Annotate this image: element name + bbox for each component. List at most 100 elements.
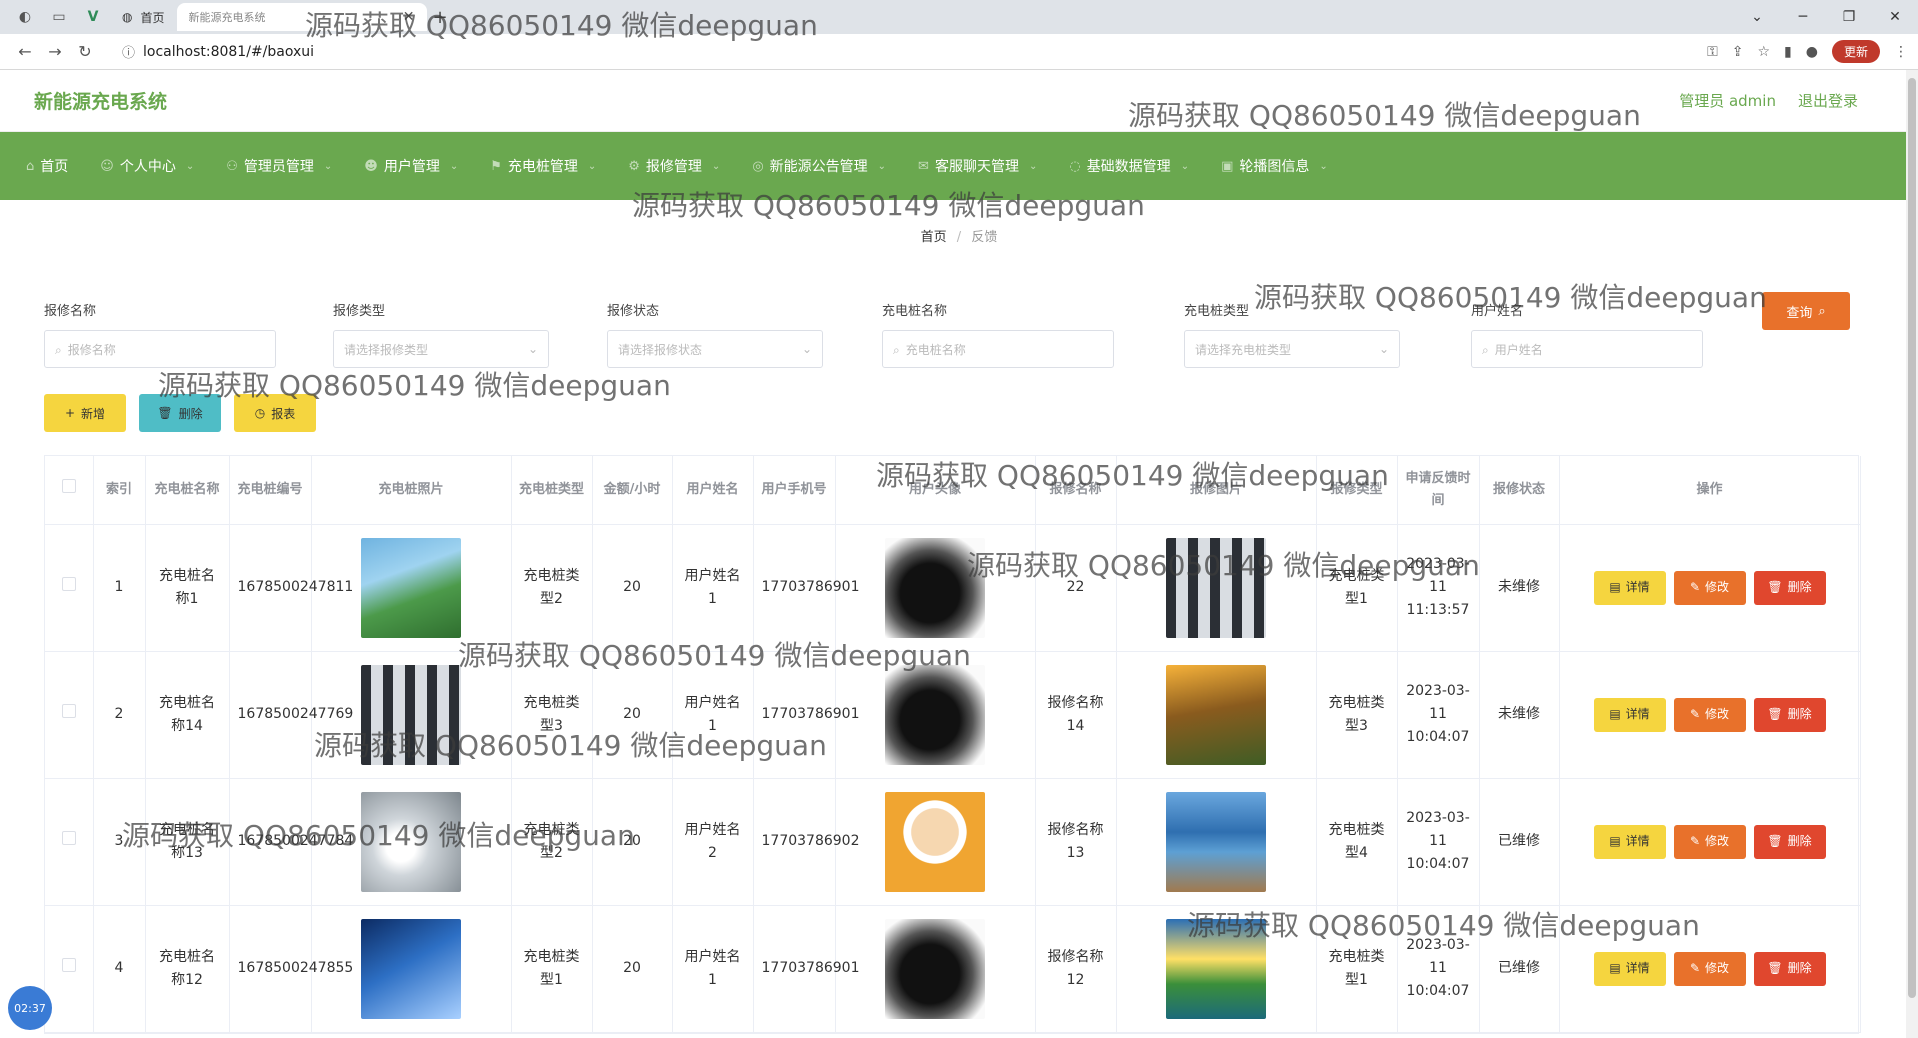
nav-item-5[interactable]: ⚙ 报修管理 ⌄	[622, 156, 746, 176]
delete-button[interactable]: 🗑 删除	[1753, 824, 1826, 859]
repair-image[interactable]	[1166, 791, 1266, 892]
forward-icon[interactable]: →	[40, 42, 70, 61]
row-checkbox[interactable]	[61, 958, 76, 972]
share-icon[interactable]: ⇪	[1732, 44, 1744, 60]
minimize-icon[interactable]: ─	[1780, 0, 1826, 34]
query-button[interactable]: 查询 ⌕	[1762, 292, 1850, 330]
nav-item-9[interactable]: ▣ 轮播图信息 ⌄	[1215, 156, 1354, 176]
detail-button[interactable]: ▤ 详情	[1593, 697, 1666, 732]
cell-phone: 17703786901	[753, 651, 859, 779]
row-checkbox[interactable]	[61, 704, 76, 718]
pile-photo[interactable]	[361, 918, 461, 1019]
edit-button[interactable]: ✎ 修改	[1673, 570, 1746, 605]
pencil-icon: ✎	[1689, 834, 1701, 848]
repair-type-select[interactable]: 请选择报修类型 ⌄	[333, 330, 549, 368]
nav-item-8[interactable]: ◌ 基础数据管理 ⌄	[1063, 156, 1215, 176]
restore-icon[interactable]: ❐	[1826, 0, 1872, 34]
logout-link[interactable]: 退出登录	[1798, 90, 1858, 111]
pile-name-input[interactable]: ⌕ 充电桩名称	[882, 330, 1114, 368]
detail-button[interactable]: ▤ 详情	[1593, 951, 1666, 986]
cell-time: 2023-03-11 10:04:07	[1397, 651, 1480, 779]
row-select-cell[interactable]	[45, 905, 94, 1033]
user-avatar[interactable]	[885, 791, 985, 892]
row-checkbox[interactable]	[61, 831, 76, 845]
breadcrumb-home[interactable]: 首页	[921, 230, 947, 245]
browser-profile-icon[interactable]: ◐	[8, 4, 42, 30]
toolbar-icons: ⚿ ⇪ ☆ ▮ ● 更新 ⋮	[1707, 40, 1908, 63]
pile-photo[interactable]	[361, 537, 461, 638]
nav-item-1[interactable]: ☺ 个人中心 ⌄	[94, 156, 220, 176]
column-header-0[interactable]	[45, 456, 94, 525]
nav-icon: ☻	[364, 158, 378, 174]
report-button[interactable]: ◷ 报表	[234, 394, 316, 432]
browser-tab-home[interactable]: ◍ 首页	[110, 3, 177, 31]
repair-image[interactable]	[1166, 537, 1266, 638]
nav-item-6[interactable]: ◎ 新能源公告管理 ⌄	[746, 156, 912, 176]
back-icon[interactable]: ←	[10, 42, 40, 61]
delete-button[interactable]: 🗑 删除	[1753, 697, 1826, 732]
row-select-cell[interactable]	[45, 524, 94, 652]
nav-item-7[interactable]: ✉ 客服聊天管理 ⌄	[912, 156, 1063, 176]
cell-user-name: 用户姓名1	[672, 905, 754, 1033]
edit-button[interactable]: ✎ 修改	[1673, 697, 1746, 732]
detail-button[interactable]: ▤ 详情	[1593, 824, 1666, 859]
delete-button[interactable]: 🗑 删除	[1753, 570, 1826, 605]
nav-icon: ◎	[752, 158, 764, 174]
delete-button[interactable]: 🗑 删除	[1753, 951, 1826, 986]
column-header-2: 充电桩名称	[145, 456, 230, 525]
batch-delete-button[interactable]: 🗑 删除	[139, 394, 221, 432]
repair-image[interactable]	[1166, 664, 1266, 765]
sidepanel-icon[interactable]: ▮	[1784, 44, 1792, 60]
row-select-cell[interactable]	[45, 778, 94, 906]
bookmark-star-icon[interactable]: ☆	[1757, 44, 1770, 60]
detail-button[interactable]: ▤ 详情	[1593, 570, 1666, 605]
cell-pile-no: 1678500247769	[229, 651, 353, 779]
chevron-down-icon: ⌄	[323, 160, 333, 172]
new-tab-icon[interactable]: +	[433, 7, 448, 28]
repair-name-input[interactable]: ⌕ 报修名称	[44, 330, 276, 368]
user-avatar[interactable]	[885, 918, 985, 1019]
row-select-cell[interactable]	[45, 651, 94, 779]
query-label: 查询	[1786, 305, 1813, 321]
tab-group-icon[interactable]: ▭	[42, 4, 76, 30]
close-window-icon[interactable]: ✕	[1872, 0, 1918, 34]
select-all-checkbox[interactable]	[61, 478, 76, 493]
repair-status-select[interactable]: 请选择报修状态 ⌄	[607, 330, 823, 368]
add-button[interactable]: + 新增	[44, 394, 126, 432]
scrollbar-thumb[interactable]	[1908, 78, 1916, 998]
search-icon: ⌕	[55, 342, 62, 357]
user-name-input[interactable]: ⌕ 用户姓名	[1471, 330, 1703, 368]
nav-label: 轮播图信息	[1239, 159, 1310, 175]
column-header-12: 报修类型	[1316, 456, 1398, 525]
edit-button[interactable]: ✎ 修改	[1673, 951, 1746, 986]
tab-search-icon[interactable]: ⌄	[1734, 0, 1780, 34]
repair-image[interactable]	[1166, 918, 1266, 1019]
profile-avatar-icon[interactable]: ●	[1806, 44, 1818, 60]
close-tab-icon[interactable]: ✕	[403, 9, 415, 25]
nav-icon: ⚙	[628, 158, 640, 174]
reload-icon[interactable]: ↻	[70, 42, 100, 61]
info-icon[interactable]: ⓘ	[122, 42, 135, 61]
pile-photo[interactable]	[361, 664, 461, 765]
browser-tab-active[interactable]: 新能源充电系统 ✕	[176, 3, 427, 31]
nav-item-4[interactable]: ⚑ 充电桩管理 ⌄	[484, 156, 622, 176]
operation-buttons: ▤ 详情 ✎ 修改 🗑 删除	[1568, 570, 1852, 605]
nav-item-0[interactable]: ⌂ 首页	[20, 156, 94, 176]
chevron-down-icon: ⌄	[1378, 342, 1389, 356]
row-checkbox[interactable]	[61, 577, 76, 591]
key-icon[interactable]: ⚿	[1707, 44, 1718, 60]
user-avatar[interactable]	[885, 537, 985, 638]
edit-button[interactable]: ✎ 修改	[1673, 824, 1746, 859]
vue-favicon-icon[interactable]: V	[76, 4, 110, 30]
nav-item-3[interactable]: ☻ 用户管理 ⌄	[358, 156, 484, 176]
nav-item-2[interactable]: ⚇ 管理员管理 ⌄	[220, 156, 358, 176]
pile-type-select[interactable]: 请选择充电桩类型 ⌄	[1184, 330, 1400, 368]
url-field[interactable]: ⓘ localhost:8081/#/baoxui	[110, 37, 1708, 66]
table-header-row: 索引 充电桩名称 充电桩编号 充电桩照片 充电桩类型 金额/小时 用户姓名 用户手机号 用户头像…	[45, 456, 1861, 525]
update-button[interactable]: 更新	[1831, 40, 1880, 63]
user-avatar[interactable]	[885, 664, 985, 765]
pile-photo[interactable]	[361, 791, 461, 892]
menu-kebab-icon[interactable]: ⋮	[1894, 44, 1908, 60]
page-scrollbar[interactable]	[1906, 70, 1918, 1038]
report-label: 报表	[271, 406, 296, 421]
